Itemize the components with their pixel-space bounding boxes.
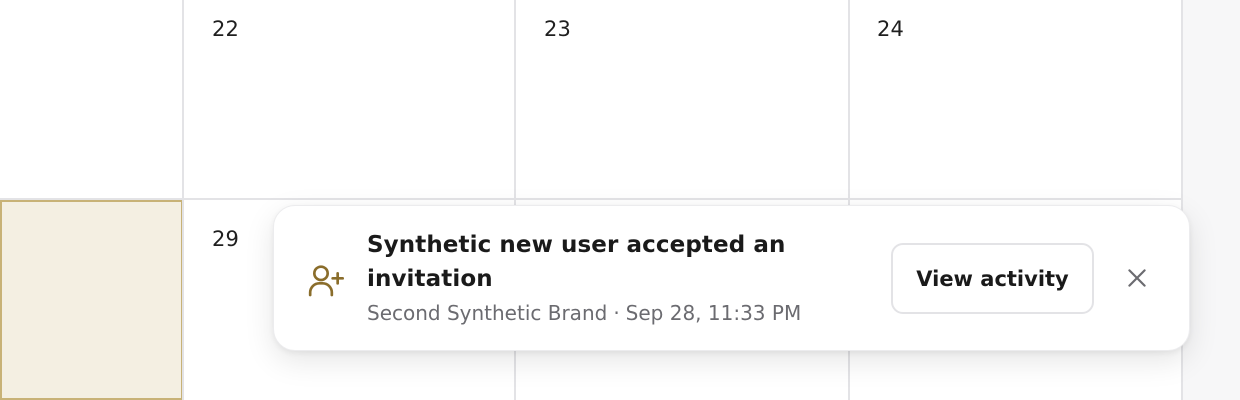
notification-meta: Second Synthetic Brand · Sep 28, 11:33 PM <box>367 299 867 327</box>
grid-line <box>0 198 1183 200</box>
notification-timestamp: Sep 28, 11:33 PM <box>625 301 802 325</box>
view-activity-button[interactable]: View activity <box>891 243 1094 314</box>
day-number: 24 <box>877 17 905 41</box>
grid-line <box>182 0 184 400</box>
day-number: 23 <box>544 17 572 41</box>
close-button[interactable] <box>1119 261 1155 297</box>
notification-title: Synthetic new user accepted an invitatio… <box>367 232 786 292</box>
notification-brand: Second Synthetic Brand <box>367 301 608 325</box>
calendar-cell-day-24[interactable]: 24 <box>850 0 1181 198</box>
calendar-cell-day-23[interactable]: 23 <box>516 0 848 198</box>
calendar-cell-day-22[interactable]: 22 <box>184 0 514 198</box>
calendar-cell-selected[interactable] <box>0 200 183 400</box>
day-number: 22 <box>212 17 240 41</box>
calendar-page: 22 23 24 29 Synthetic new user accepted … <box>0 0 1240 400</box>
close-icon <box>1124 265 1150 294</box>
calendar-cell-blank[interactable] <box>0 0 182 198</box>
day-number: 29 <box>212 227 240 251</box>
notification-toast: Synthetic new user accepted an invitatio… <box>273 205 1190 351</box>
meta-separator: · <box>613 301 620 325</box>
user-plus-icon <box>306 260 346 300</box>
